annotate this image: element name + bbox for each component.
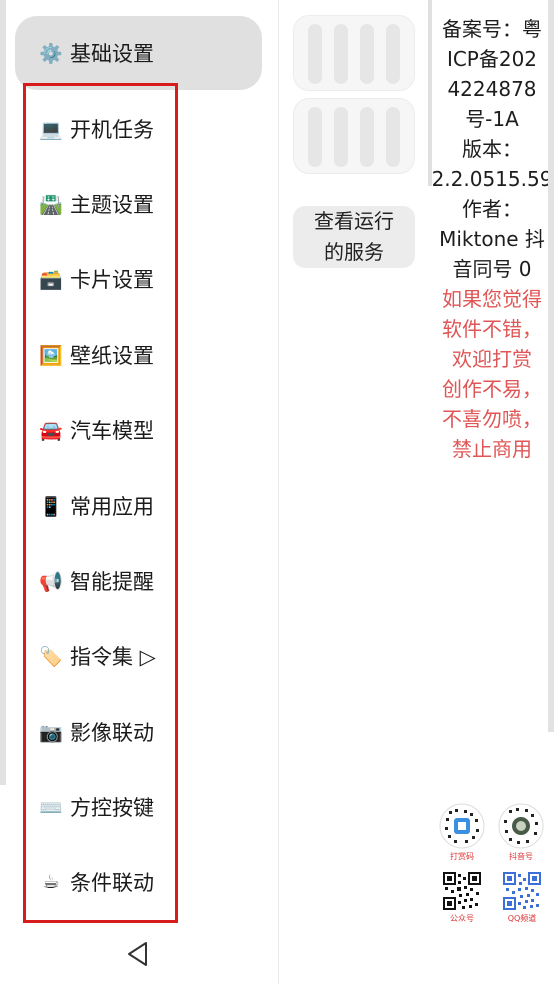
plea-line: 禁止商用 [452,437,532,461]
sidebar-item-label: 卡片设置 [70,268,154,292]
plea-line: 欢迎打赏 [452,347,532,371]
laptop-icon: 💻 [39,118,63,141]
sidebar-item-label: 常用应用 [70,495,154,519]
qq-channel-qr-code: QQ频道 [502,871,548,924]
left-scroll-strip [0,0,6,785]
sidebar-item-label: 影像联动 [70,721,154,745]
sidebar-item-label: 主题设置 [70,193,154,217]
douyin-qr-icon [498,803,544,849]
wechat-official-qr-code: 公众号 [442,871,488,924]
sidebar-item-car-model[interactable]: 🚘 汽车模型 [38,410,154,450]
car-icon: 🚘 [39,419,63,442]
douyin-qr-code: 抖音号 [498,803,544,862]
sidebar-item-steering-keys[interactable]: ⌨️ 方控按键 [38,787,154,827]
qr-caption: 打赏码 [450,852,474,861]
info-panel: 备案号：粤 ICP备202 4224878 号-1A 版本： 2.2.0515.… [430,14,554,464]
sidebar-item-card-settings[interactable]: 🗃️ 卡片设置 [38,259,154,299]
info-line: 音同号 0 [452,257,532,281]
info-line: 4224878 [447,77,537,101]
info-line: 备案号：粤 [442,17,542,41]
picture-icon: 🖼️ [39,344,63,367]
info-line: Miktone 抖 [439,227,545,251]
sidebar-item-label: 开机任务 [70,118,154,142]
sidebar-item-label: 壁纸设置 [70,344,154,368]
sidebar-item-label: 基础设置 [70,42,154,66]
wechat-official-qr-icon [442,871,482,911]
view-running-services-button[interactable]: 查看运行的服务 [293,206,415,268]
sidebar-item-wallpaper-settings[interactable]: 🖼️ 壁纸设置 [38,335,154,375]
sidebar-item-command-set[interactable]: 🏷️ 指令集 ▷ [38,636,156,676]
qr-caption: QQ频道 [507,914,537,923]
info-line: 作者： [462,197,522,221]
reward-qr-code: 打赏码 [439,803,485,862]
plea-line: 软件不错， [442,317,542,341]
plea-line: 创作不易， [442,377,542,401]
toggle-tile-1[interactable] [293,15,415,91]
sidebar-item-common-apps[interactable]: 📱 常用应用 [38,486,154,526]
info-line: 2.2.0515.59 [431,167,553,191]
sidebar-item-label: 指令集 ▷ [70,645,156,669]
toggle-tile-2[interactable] [293,98,415,174]
tag-icon: 🏷️ [39,645,63,668]
megaphone-icon: 📢 [39,570,63,593]
info-line: 号-1A [465,107,519,131]
qq-channel-qr-icon [502,871,542,911]
qr-caption: 公众号 [450,914,474,923]
sidebar-item-label: 汽车模型 [70,419,154,443]
plea-line: 不喜勿喷， [442,407,542,431]
qr-caption: 抖音号 [509,852,533,861]
sidebar-item-label: 智能提醒 [70,570,154,594]
view-running-services-label: 查看运行的服务 [314,209,394,264]
card-box-icon: 🗃️ [39,268,63,291]
reward-qr-icon [439,803,485,849]
sidebar-item-label: 方控按键 [70,796,154,820]
right-scroll-strip [548,0,554,732]
sidebar-item-condition-linkage[interactable]: ☕ 条件联动 [38,862,154,902]
plea-line: 如果您觉得 [442,287,542,311]
sidebar-item-label: 条件联动 [70,871,154,895]
sidebar-item-theme-settings[interactable]: 🛣️ 主题设置 [38,184,154,224]
sidebar-item-boot-tasks[interactable]: 💻 开机任务 [38,109,154,149]
motorway-icon: 🛣️ [39,193,63,216]
sidebar-item-basic-settings[interactable]: ⚙️ 基础设置 [15,16,262,90]
back-triangle-icon[interactable] [124,940,152,968]
sidebar-item-image-linkage[interactable]: 📷 影像联动 [38,712,154,752]
phone-icon: 📱 [39,495,63,518]
info-line: ICP备202 [446,47,538,71]
keyboard-icon: ⌨️ [39,796,63,819]
coffee-icon: ☕ [42,871,60,893]
sidebar: ⚙️ 基础设置 💻 开机任务 🛣️ 主题设置 🗃️ 卡片设置 🖼️ 壁纸设置 🚘… [0,0,279,984]
camera-icon: 📷 [39,721,63,744]
gear-icon: ⚙️ [39,42,63,65]
info-line: 版本： [462,137,522,161]
sidebar-item-smart-reminder[interactable]: 📢 智能提醒 [38,561,154,601]
